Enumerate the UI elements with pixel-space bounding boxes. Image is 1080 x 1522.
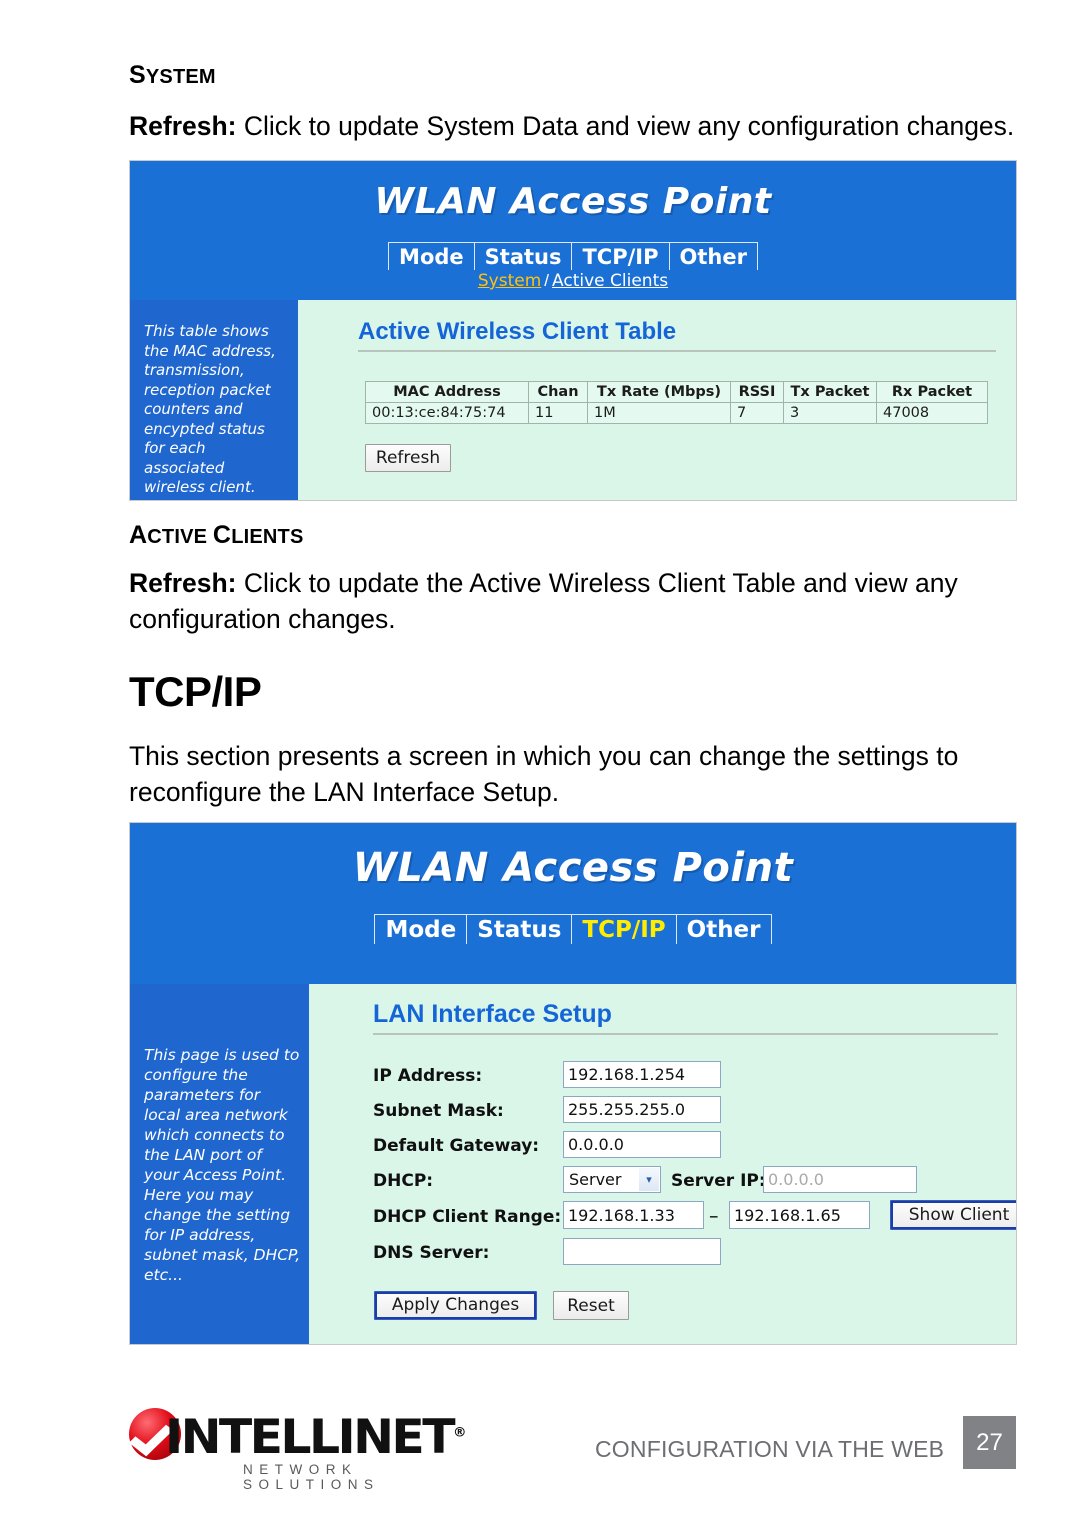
paragraph-system-refresh: Refresh: Click to update System Data and… [129,108,1019,144]
tab-other-1[interactable]: Other [668,243,758,270]
tab-mode-2[interactable]: Mode [374,915,466,944]
col-chan: Chan [528,381,588,403]
cell-tx-packet: 3 [783,402,877,424]
chevron-down-icon[interactable]: ▾ [639,1168,659,1191]
cell-rssi: 7 [730,402,784,424]
tab-tcpip-1[interactable]: TCP/IP [571,243,668,270]
page-footer: INTELLINET® NETWORK SOLUTIONS CONFIGURAT… [0,1398,1080,1518]
col-mac-address: MAC Address [365,381,529,403]
row-form-buttons: Apply Changes Reset [373,1291,998,1331]
paragraph-active-clients-refresh: Refresh: Click to update the Active Wire… [129,565,1019,637]
tab-status-2[interactable]: Status [466,915,571,944]
panel-divider-1 [358,350,996,352]
label-server-ip: Server IP: [671,1171,766,1191]
screenshot-lan-interface-setup: WLAN Access Point Mode Status TCP/IP Oth… [129,822,1017,1345]
row-dns-server: DNS Server: [373,1238,998,1273]
cell-mac-address: 00:13:ce:84:75:74 [365,402,529,424]
tab-tcpip-2[interactable]: TCP/IP [571,915,675,944]
input-default-gateway[interactable]: 0.0.0.0 [563,1131,721,1158]
manual-page: SYSTEM Refresh: Click to update System D… [0,0,1080,1522]
panel-title-2: LAN Interface Setup [373,1000,612,1028]
col-tx-packet: Tx Packet [783,381,877,403]
label-dhcp: DHCP: [373,1171,434,1191]
active-refresh-text: Click to update the Active Wireless Clie… [129,568,958,634]
heading-active-clients: ACTIVE CLIENTS [129,521,304,550]
col-rssi: RSSI [730,381,784,403]
input-server-ip[interactable]: 0.0.0.0 [763,1166,917,1193]
heading-system-rest: YSTEM [145,66,216,88]
sidebar-help-text-2: This page is used to configure the param… [130,984,309,1344]
subtab-active-clients[interactable]: Active Clients [552,271,668,291]
input-dhcp-range-end[interactable]: 192.168.1.65 [729,1201,870,1229]
router-header-2: WLAN Access Point Mode Status TCP/IP Oth… [130,823,1016,984]
col-rx-packet: Rx Packet [876,381,988,403]
label-dhcp-client-range: DHCP Client Range: [373,1207,562,1227]
brand-tagline: NETWORK SOLUTIONS [243,1462,380,1492]
app-title-2: WLAN Access Point [352,845,794,891]
input-dhcp-range-start[interactable]: 192.168.1.33 [563,1201,704,1229]
input-subnet-mask[interactable]: 255.255.255.0 [563,1096,721,1123]
subtab-system[interactable]: System [478,271,541,291]
router-header-1: WLAN Access Point Mode Status TCP/IP Oth… [130,161,1016,300]
heading-system: SYSTEM [129,61,216,90]
row-default-gateway: Default Gateway: 0.0.0.0 [373,1131,998,1166]
screenshot-active-clients: WLAN Access Point Mode Status TCP/IP Oth… [129,160,1017,501]
active-refresh-bold-label: Refresh: [129,568,237,598]
label-dns-server: DNS Server: [373,1243,490,1263]
row-dhcp: DHCP: Server ▾ Server IP: 0.0.0.0 [373,1166,998,1201]
tab-status-1[interactable]: Status [473,243,572,270]
brand-name: INTELLINET [165,1410,456,1465]
brand-wordmark: INTELLINET® [165,1410,466,1465]
select-dhcp-value: Server [569,1170,622,1189]
sub-nav-1: System / Active Clients [130,271,1016,291]
app-title-1: WLAN Access Point [374,181,772,222]
heading-system-initial: S [129,61,146,89]
apply-changes-button[interactable]: Apply Changes [374,1291,537,1320]
panel-active-clients: Active Wireless Client Table MAC Address… [298,300,1016,500]
row-ip-address: IP Address: 192.168.1.254 [373,1061,998,1096]
system-refresh-text: Click to update System Data and view any… [236,111,1015,141]
col-tx-rate: Tx Rate (Mbps) [587,381,731,403]
heading-active-initial: A [129,521,148,549]
tab-mode-1[interactable]: Mode [388,243,474,270]
row-subnet-mask: Subnet Mask: 255.255.255.0 [373,1096,998,1131]
row-dhcp-client-range: DHCP Client Range: 192.168.1.33 – 192.16… [373,1200,1016,1238]
input-dns-server[interactable] [563,1238,721,1265]
heading-active-rest: CTIVE [147,526,213,548]
heading-tcpip: TCP/IP [129,668,262,715]
heading-clients-rest: LIENTS [231,526,304,548]
range-separator: – [709,1205,719,1227]
input-ip-address[interactable]: 192.168.1.254 [563,1061,721,1088]
heading-clients-initial: C [212,521,232,549]
page-number-badge: 27 [963,1416,1016,1469]
table-row: 00:13:ce:84:75:74 11 1M 7 3 47008 [365,402,988,424]
nav-tabs-1: Mode Status TCP/IP Other [130,242,1016,270]
label-default-gateway: Default Gateway: [373,1136,540,1156]
system-refresh-bold-label: Refresh: [129,111,237,141]
running-head: CONFIGURATION VIA THE WEB [595,1436,945,1462]
label-ip-address: IP Address: [373,1066,483,1086]
select-dhcp-mode[interactable]: Server ▾ [563,1166,661,1193]
label-subnet-mask: Subnet Mask: [373,1101,504,1121]
brand-trademark-icon: ® [452,1425,467,1441]
cell-chan: 11 [528,402,588,424]
table-header-row: MAC Address Chan Tx Rate (Mbps) RSSI Tx … [365,381,988,403]
nav-tabs-2: Mode Status TCP/IP Other [130,914,1016,944]
cell-rx-packet: 47008 [876,402,988,424]
show-client-button[interactable]: Show Client [890,1200,1016,1230]
active-wireless-client-table: MAC Address Chan Tx Rate (Mbps) RSSI Tx … [365,381,988,424]
paragraph-tcpip: This section presents a screen in which … [129,741,959,807]
refresh-button[interactable]: Refresh [365,444,451,472]
sidebar-help-text-1: This table shows the MAC address, transm… [130,300,298,500]
router-body-1: This table shows the MAC address, transm… [130,300,1016,500]
panel-lan-setup: LAN Interface Setup IP Address: 192.168.… [309,984,1016,1344]
subtab-separator: / [544,271,550,290]
panel-title-1: Active Wireless Client Table [358,318,677,345]
reset-button[interactable]: Reset [553,1291,629,1320]
router-body-2: This page is used to configure the param… [130,984,1016,1344]
tab-other-2[interactable]: Other [675,915,772,944]
cell-tx-rate: 1M [587,402,731,424]
panel-divider-2 [373,1033,998,1035]
